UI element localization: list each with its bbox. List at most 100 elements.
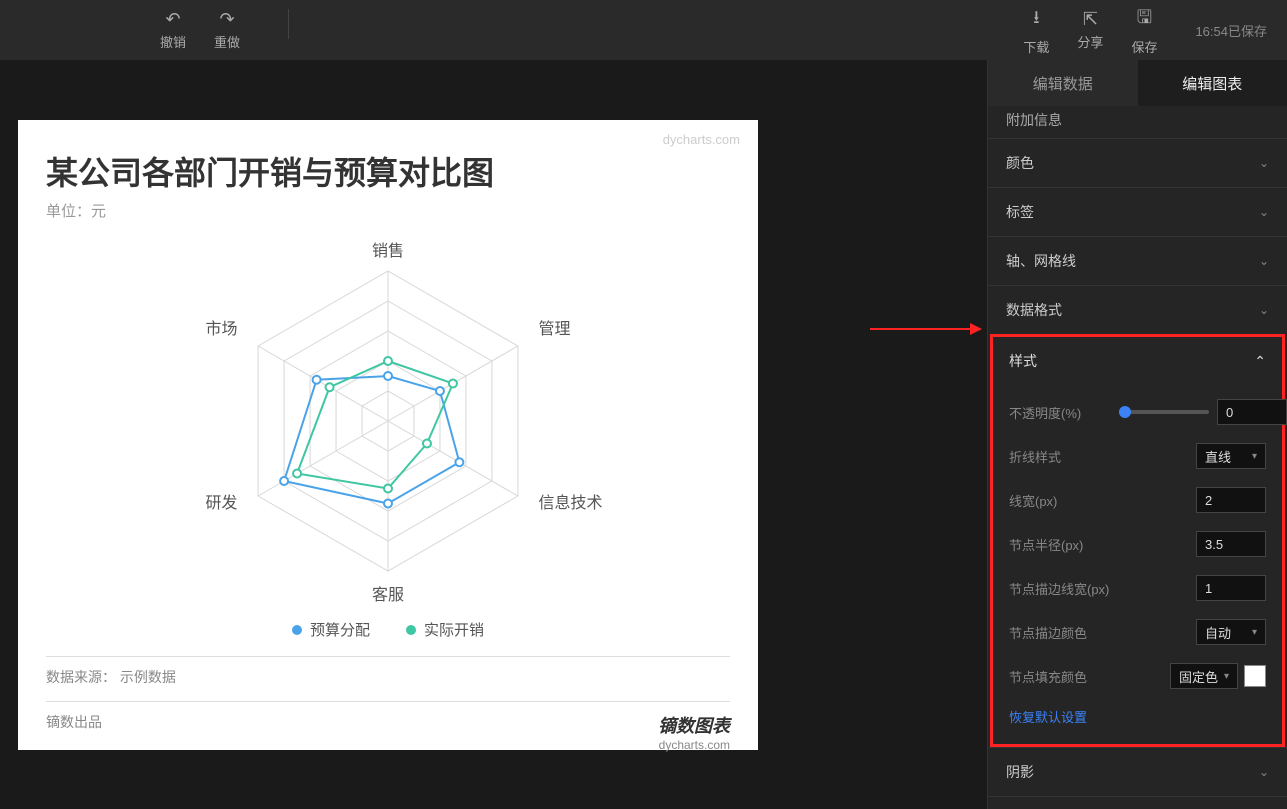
legend-item-actual[interactable]: 实际开销 (406, 619, 484, 640)
chevron-down-icon: ▾ (1252, 451, 1257, 462)
prop-node-border-width: 节点描边线宽(px) 1 (1009, 575, 1266, 601)
chevron-down-icon: ▾ (1252, 627, 1257, 638)
axis-label-1: 管理 (538, 315, 570, 339)
redo-icon: ↷ (219, 9, 234, 30)
radar-chart: 销售 管理 信息技术 客服 研发 市场 (46, 231, 730, 611)
chevron-down-icon: ⌄ (1259, 156, 1269, 170)
line-style-value: 直线 (1205, 447, 1231, 466)
axis-label-3: 客服 (372, 581, 404, 605)
annotation-arrow (870, 328, 980, 330)
watermark: dycharts.com (663, 132, 740, 147)
section-shadow[interactable]: 阴影 ⌄ (988, 747, 1287, 796)
nodes-budget (280, 372, 463, 508)
prop-node-radius: 节点半径(px) 3.5 (1009, 531, 1266, 557)
share-label: 分享 (1077, 32, 1103, 51)
chart-card: dycharts.com 某公司各部门开销与预算对比图 单位：元 (18, 120, 758, 750)
radar-svg (218, 251, 558, 591)
redo-button[interactable]: ↷ 重做 (214, 9, 240, 51)
legend-item-budget[interactable]: 预算分配 (292, 619, 370, 640)
section-truncated: 附加信息 (988, 106, 1287, 138)
chevron-down-icon: ⌄ (1259, 303, 1269, 317)
undo-label: 撤销 (160, 32, 186, 51)
brand-cn: 镝数图表 (658, 712, 730, 738)
section-label[interactable]: 标签 ⌄ (988, 187, 1287, 236)
reset-default-link[interactable]: 恢复默认设置 (1009, 707, 1266, 726)
line-style-label: 折线样式 (1009, 447, 1119, 466)
section-axis-label: 轴、网格线 (1006, 251, 1076, 271)
line-width-label: 线宽(px) (1009, 491, 1119, 510)
opacity-label: 不透明度(%) (1009, 403, 1119, 422)
chart-title: 某公司各部门开销与预算对比图 (46, 148, 730, 194)
prop-node-border-color: 节点描边颜色 自动 ▾ (1009, 619, 1266, 645)
axis-label-2: 信息技术 (538, 489, 602, 513)
undo-button[interactable]: ↶ 撤销 (160, 9, 186, 51)
node-border-width-label: 节点描边线宽(px) (1009, 579, 1119, 598)
node-fill-color-value: 固定色 (1179, 667, 1218, 686)
right-panel: 编辑数据 编辑图表 附加信息 颜色 ⌄ 标签 ⌄ 轴、网格线 ⌄ 数据格式 ⌄ … (987, 60, 1287, 809)
section-axis-grid[interactable]: 轴、网格线 ⌄ (988, 236, 1287, 285)
source-value: 示例数据 (120, 669, 176, 685)
source-label: 数据来源： (46, 669, 116, 685)
data-source: 数据来源： 示例数据 (46, 656, 730, 687)
node-border-color-select[interactable]: 自动 ▾ (1196, 619, 1266, 645)
section-label-label: 标签 (1006, 202, 1034, 222)
canvas-area: dycharts.com 某公司各部门开销与预算对比图 单位：元 (0, 60, 987, 809)
download-icon: ⭳ (1033, 5, 1039, 35)
brand-en: dycharts.com (658, 738, 730, 752)
chevron-down-icon: ⌄ (1259, 765, 1269, 779)
prop-opacity: 不透明度(%) 0 (1009, 399, 1266, 425)
tab-edit-chart[interactable]: 编辑图表 (1138, 60, 1287, 106)
node-fill-color-swatch[interactable] (1244, 665, 1266, 687)
prop-line-style: 折线样式 直线 ▾ (1009, 443, 1266, 469)
legend-dot-icon (292, 625, 302, 635)
panel-tabs: 编辑数据 编辑图表 (988, 60, 1287, 106)
chevron-up-icon: ⌃ (1254, 353, 1266, 370)
legend-label-budget: 预算分配 (310, 619, 370, 640)
chart-footer: 镝数出品 镝数图表 dycharts.com (46, 701, 730, 752)
section-style: 样式 ⌃ 不透明度(%) 0 折线样式 直线 ▾ 线宽(px) 2 节点半径(p… (990, 334, 1285, 747)
node-border-width-input[interactable]: 1 (1196, 575, 1266, 601)
prop-line-width: 线宽(px) 2 (1009, 487, 1266, 513)
node-radius-input[interactable]: 3.5 (1196, 531, 1266, 557)
section-shadow-label: 阴影 (1006, 762, 1034, 782)
produced-by: 镝数出品 (46, 712, 102, 752)
section-data-format[interactable]: 数据格式 ⌄ (988, 285, 1287, 334)
section-dataformat-label: 数据格式 (1006, 300, 1062, 320)
tab-edit-data[interactable]: 编辑数据 (988, 60, 1138, 106)
chevron-down-icon: ▾ (1224, 671, 1229, 682)
chart-subtitle: 单位：元 (46, 200, 730, 221)
download-button[interactable]: ⭳ 下载 (1023, 5, 1049, 56)
section-color[interactable]: 颜色 ⌄ (988, 138, 1287, 187)
save-label: 保存 (1131, 37, 1157, 56)
download-label: 下载 (1023, 37, 1049, 56)
opacity-slider[interactable] (1119, 410, 1209, 414)
node-fill-color-label: 节点填充颜色 (1009, 667, 1119, 686)
save-button[interactable]: 🖫 保存 (1131, 5, 1157, 56)
legend: 预算分配 实际开销 (46, 619, 730, 640)
section-legend[interactable]: 图例 ⌄ (988, 796, 1287, 809)
section-color-label: 颜色 (1006, 153, 1034, 173)
top-toolbar: ↶ 撤销 ↷ 重做 ⭳ 下载 ⇱ 分享 🖫 保存 16:54已保存 (0, 0, 1287, 60)
share-button[interactable]: ⇱ 分享 (1077, 9, 1103, 51)
section-style-header[interactable]: 样式 ⌃ (1009, 347, 1266, 381)
node-border-color-label: 节点描边颜色 (1009, 623, 1119, 642)
save-status: 16:54已保存 (1195, 21, 1267, 40)
prop-node-fill-color: 节点填充颜色 固定色 ▾ (1009, 663, 1266, 689)
line-width-input[interactable]: 2 (1196, 487, 1266, 513)
node-fill-color-select[interactable]: 固定色 ▾ (1170, 663, 1238, 689)
chevron-down-icon: ⌄ (1259, 254, 1269, 268)
chevron-down-icon: ⌄ (1259, 205, 1269, 219)
toolbar-separator (288, 9, 289, 39)
node-radius-label: 节点半径(px) (1009, 535, 1119, 554)
redo-label: 重做 (214, 32, 240, 51)
opacity-value[interactable]: 0 (1217, 399, 1287, 425)
undo-icon: ↶ (165, 9, 180, 30)
axis-label-0: 销售 (372, 237, 404, 261)
legend-dot-icon (406, 625, 416, 635)
line-style-select[interactable]: 直线 ▾ (1196, 443, 1266, 469)
axis-label-5: 市场 (206, 315, 238, 339)
node-border-color-value: 自动 (1205, 623, 1231, 642)
legend-label-actual: 实际开销 (424, 619, 484, 640)
axis-label-4: 研发 (206, 489, 238, 513)
style-header-label: 样式 (1009, 351, 1037, 371)
